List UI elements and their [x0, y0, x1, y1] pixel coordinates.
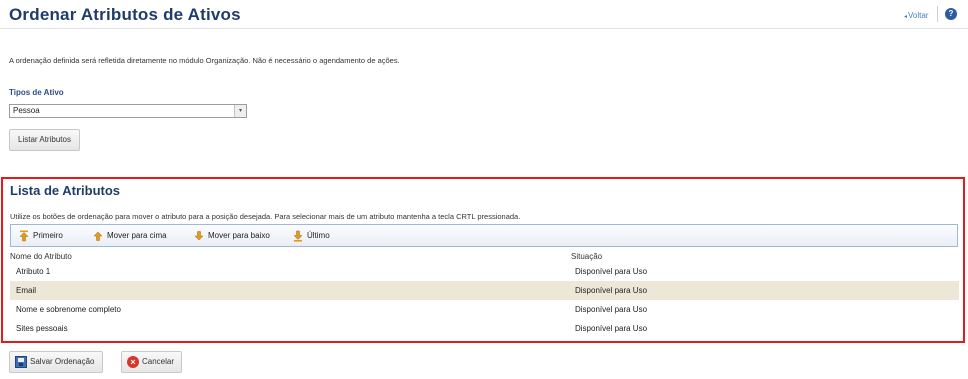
panel-title: Lista de Atributos — [10, 183, 121, 198]
move-down-label: Mover para baixo — [208, 231, 270, 240]
page-title: Ordenar Atributos de Ativos — [9, 5, 241, 24]
attribute-status: Disponível para Uso — [575, 305, 648, 314]
save-order-button[interactable]: Salvar Ordenação — [9, 351, 103, 373]
list-item[interactable]: Sites pessoais Disponível para Uso — [10, 319, 959, 338]
attribute-name: Atributo 1 — [16, 267, 51, 276]
cancel-label: Cancelar — [141, 357, 174, 366]
move-up-button[interactable]: Mover para cima — [93, 229, 167, 242]
arrow-down-icon — [194, 230, 204, 240]
move-first-icon — [19, 230, 29, 241]
list-attributes-button[interactable]: Listar Atributos — [9, 129, 80, 151]
save-disk-icon — [15, 356, 27, 368]
attributes-list: Atributo 1 Disponível para Uso Email Dis… — [10, 262, 959, 338]
title-divider — [0, 28, 968, 29]
cancel-icon: × — [127, 356, 139, 368]
attribute-status: Disponível para Uso — [575, 267, 648, 276]
asset-type-select[interactable]: Pessoa ▾ — [9, 104, 247, 118]
list-item[interactable]: Atributo 1 Disponível para Uso — [10, 262, 959, 281]
back-link-label: Voltar — [908, 11, 929, 20]
move-last-icon — [293, 230, 303, 242]
asset-type-selected-value: Pessoa — [13, 106, 40, 115]
move-last-label: Último — [307, 231, 330, 240]
info-text: A ordenação definida será refletida dire… — [9, 56, 400, 65]
attribute-name: Nome e sobrenome completo — [16, 305, 121, 314]
move-up-label: Mover para cima — [107, 231, 167, 240]
attribute-status: Disponível para Uso — [575, 324, 648, 333]
attribute-name: Sites pessoais — [16, 324, 68, 333]
chevron-down-icon[interactable]: ▾ — [234, 105, 246, 117]
move-last-button[interactable]: Último — [293, 229, 330, 242]
panel-hint: Utilize os botões de ordenação para move… — [10, 212, 521, 221]
move-first-button[interactable]: Primeiro — [19, 229, 63, 242]
header-divider — [937, 6, 938, 22]
list-item[interactable]: Nome e sobrenome completo Disponível par… — [10, 300, 959, 319]
attributes-panel: Lista de Atributos Utilize os botões de … — [1, 177, 965, 343]
back-arrow-icon: ◂ — [904, 14, 908, 20]
column-header-name: Nome do Atributo — [10, 252, 72, 261]
arrow-up-icon — [93, 231, 103, 241]
cancel-button[interactable]: × Cancelar — [121, 351, 182, 373]
attribute-status: Disponível para Uso — [575, 286, 648, 295]
save-order-label: Salvar Ordenação — [30, 357, 95, 366]
list-item-selected[interactable]: Email Disponível para Uso — [10, 281, 959, 300]
back-link[interactable]: ◂Voltar — [904, 11, 928, 20]
order-toolbar: Primeiro Mover para cima Mover para baix… — [10, 224, 958, 247]
asset-type-label: Tipos de Ativo — [9, 88, 64, 97]
move-down-button[interactable]: Mover para baixo — [194, 229, 270, 242]
help-icon[interactable]: ? — [945, 8, 957, 20]
column-header-status: Situação — [571, 252, 603, 261]
move-first-label: Primeiro — [33, 231, 63, 240]
attribute-name: Email — [16, 286, 37, 295]
